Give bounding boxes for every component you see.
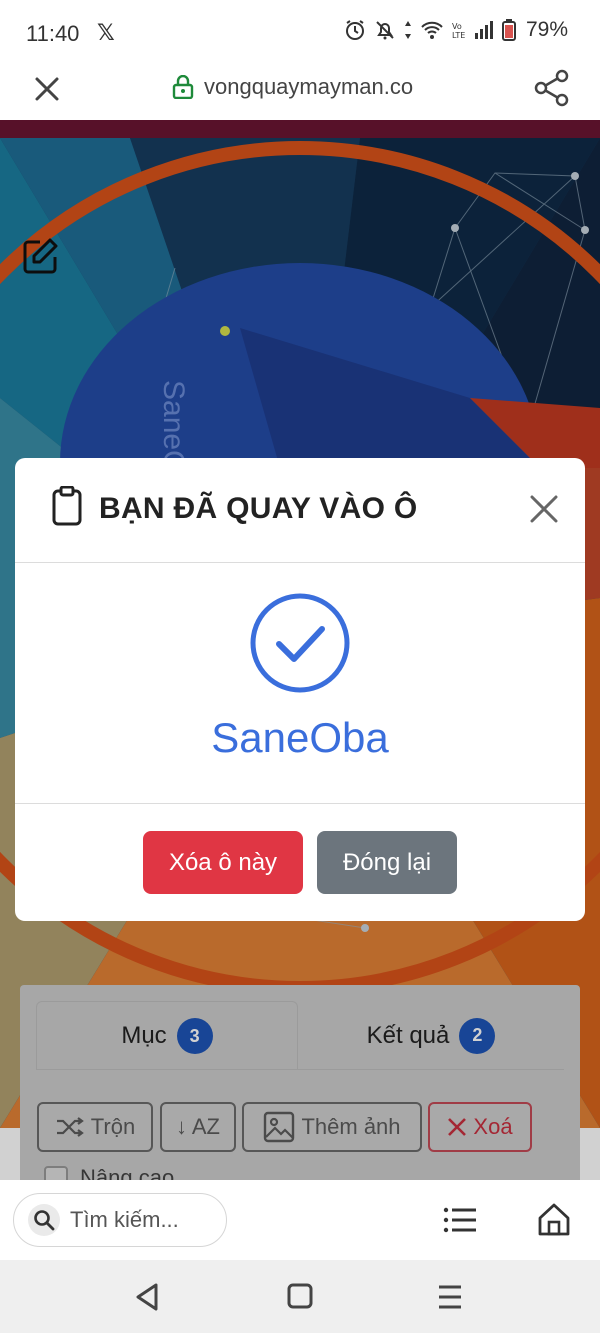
home-icon[interactable] [537, 1202, 571, 1236]
wifi-icon [421, 21, 443, 39]
search-input[interactable]: Tìm kiếm... [13, 1193, 227, 1247]
list-icon[interactable] [443, 1206, 477, 1234]
modal-title: BẠN ĐÃ QUAY VÀO Ô [99, 492, 418, 525]
search-icon [34, 1210, 55, 1231]
search-icon-wrap [28, 1204, 60, 1236]
x-app-icon: 𝕏 [97, 20, 115, 45]
modal-header: BẠN ĐÃ QUAY VÀO Ô [15, 458, 585, 562]
lock-icon [172, 75, 194, 99]
close-tab-icon[interactable] [30, 72, 64, 106]
mute-bell-icon [376, 21, 394, 40]
browser-bottom-bar: Tìm kiếm... [0, 1180, 600, 1260]
delete-segment-button[interactable]: Xóa ô này [143, 831, 303, 894]
system-nav-bar [0, 1260, 600, 1333]
status-icons: Vo LTE 79% [344, 18, 568, 42]
result-text: SaneOba [211, 714, 389, 761]
search-placeholder: Tìm kiếm... [70, 1207, 179, 1232]
home-square-icon[interactable] [287, 1283, 313, 1309]
check-circle-icon [250, 593, 350, 693]
url-text: vongquaymayman.co [204, 74, 414, 99]
status-time: 11:40 [26, 21, 80, 46]
volte-icon: VoLTE [452, 22, 465, 40]
share-icon[interactable] [532, 68, 572, 108]
close-modal-button[interactable]: Đóng lại [317, 831, 457, 894]
svg-text:Vo: Vo [452, 22, 462, 31]
battery-icon [501, 19, 516, 41]
recents-menu-icon[interactable] [437, 1284, 463, 1310]
back-icon[interactable] [134, 1282, 162, 1312]
result-modal: BẠN ĐÃ QUAY VÀO Ô SaneOba Xóa ô này Đóng… [15, 458, 585, 921]
clipboard-icon [52, 486, 82, 526]
address-bar[interactable]: vongquaymayman.co [172, 74, 413, 100]
status-bar: 11:40 𝕏 Vo LTE 79% [0, 0, 600, 66]
alarm-icon [345, 20, 364, 40]
data-arrows-icon [404, 21, 411, 39]
svg-text:LTE: LTE [452, 31, 465, 40]
browser-toolbar: vongquaymayman.co [0, 66, 600, 120]
close-icon[interactable] [529, 494, 559, 524]
modal-footer-divider [15, 803, 585, 804]
modal-header-divider [15, 562, 585, 563]
signal-icon [474, 21, 493, 39]
battery-percent: 79% [525, 18, 568, 41]
